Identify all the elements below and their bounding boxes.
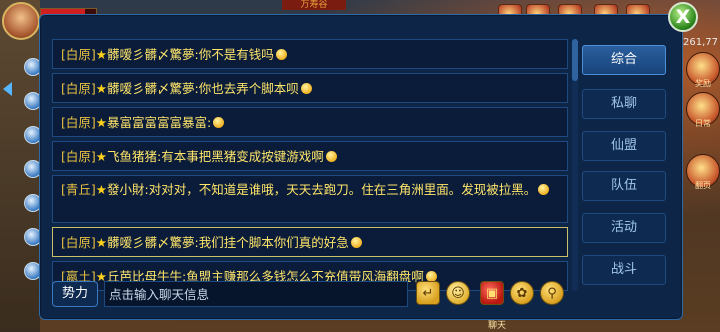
star-icon: ★ [95,235,107,250]
location-icon[interactable]: ⚲ [540,281,564,305]
coordinate-readout: 261,77 [683,37,718,48]
left-shortcut-bubbles [24,58,42,296]
message-sender[interactable]: 髒嗳彡髒〆驚夢 [107,81,195,96]
reward-label: 奖励 [695,79,711,88]
chat-message[interactable]: [白原]★暴富富富富富暴富: [52,107,568,137]
scrollbar-thumb[interactable] [572,39,578,81]
message-text: 你也去弄个脚本呗 [198,81,299,96]
message-channel: [白原] [61,81,96,96]
chat-scrollbar[interactable] [572,39,578,291]
chat-input[interactable] [104,281,408,307]
smiley-emoji-icon [213,117,225,128]
smiley-emoji-icon [300,83,312,94]
message-channel: [白原] [61,149,96,164]
message-text: 你不是有钱吗 [198,47,274,62]
smiley-emoji-icon [275,49,287,60]
emoji-icon[interactable]: ☺ [446,281,470,305]
star-icon: ★ [95,115,107,130]
page-label: 翻页 [695,181,711,190]
chat-panel: [白原]★髒嗳彡髒〆驚夢:你不是有钱吗 [白原]★髒嗳彡髒〆驚夢:你也去弄个脚本… [39,14,683,320]
message-sender[interactable]: 暴富富富富富暴富 [107,115,207,130]
chat-input-row: 势力 ↵ ☺ ▣ ✿ ⚲ [52,281,670,307]
star-icon: ★ [95,182,107,197]
message-text: 我们挂个脚本你们真的好急 [198,235,349,250]
star-icon: ★ [95,149,107,164]
settings-icon[interactable]: ✿ [510,281,534,305]
message-sender[interactable]: 髒嗳彡髒〆驚夢 [107,47,195,62]
message-sender[interactable]: 發小財 [107,182,145,197]
daily-label: 日常 [695,119,711,128]
message-channel: [白原] [61,47,96,62]
player-avatar[interactable] [2,2,40,40]
smiley-emoji-icon [325,151,337,162]
chat-message[interactable]: [白原]★髒嗳彡髒〆驚夢:你不是有钱吗 [52,39,568,69]
smiley-emoji-icon [350,237,362,248]
close-button[interactable]: X [668,2,698,32]
gift-icon[interactable]: ▣ [480,281,504,305]
message-text: 有本事把黑猪变成按键游戏啊 [161,149,324,164]
chat-message[interactable]: [白原]★飞鱼猪猪:有本事把黑猪变成按键游戏啊 [52,141,568,171]
star-icon: ★ [95,47,107,62]
chat-message[interactable]: [白原]★髒嗳彡髒〆驚夢:你也去弄个脚本呗 [52,73,568,103]
map-title: 万寿谷 [282,0,346,10]
tab-activity[interactable]: 活动 [582,213,666,243]
message-text: 对对对，不知道是谁哦，天天去跑刀。住在三角洲里面。发现被拉黑。 [148,182,537,197]
chat-message[interactable]: [青丘]★發小財:对对对，不知道是谁哦，天天去跑刀。住在三角洲里面。发现被拉黑。 [52,175,568,223]
left-arrow-icon[interactable] [3,82,12,96]
chat-message-list[interactable]: [白原]★髒嗳彡髒〆驚夢:你不是有钱吗 [白原]★髒嗳彡髒〆驚夢:你也去弄个脚本… [52,39,568,291]
message-channel: [青丘] [61,182,96,197]
message-sender[interactable]: 飞鱼猪猪 [107,149,157,164]
tab-team[interactable]: 队伍 [582,171,666,201]
star-icon: ★ [95,81,107,96]
tab-private[interactable]: 私聊 [582,89,666,119]
channel-select-button[interactable]: 势力 [52,281,98,307]
chat-message-selected[interactable]: [白原]★髒嗳彡髒〆驚夢:我们挂个脚本你们真的好急 [52,227,568,257]
return-icon[interactable]: ↵ [416,281,440,305]
smiley-emoji-icon [538,184,550,195]
message-channel: [白原] [61,115,96,130]
message-sender[interactable]: 髒嗳彡髒〆驚夢 [107,235,195,250]
tab-guild[interactable]: 仙盟 [582,131,666,161]
message-channel: [白原] [61,235,96,250]
tab-general[interactable]: 综合 [582,45,666,75]
